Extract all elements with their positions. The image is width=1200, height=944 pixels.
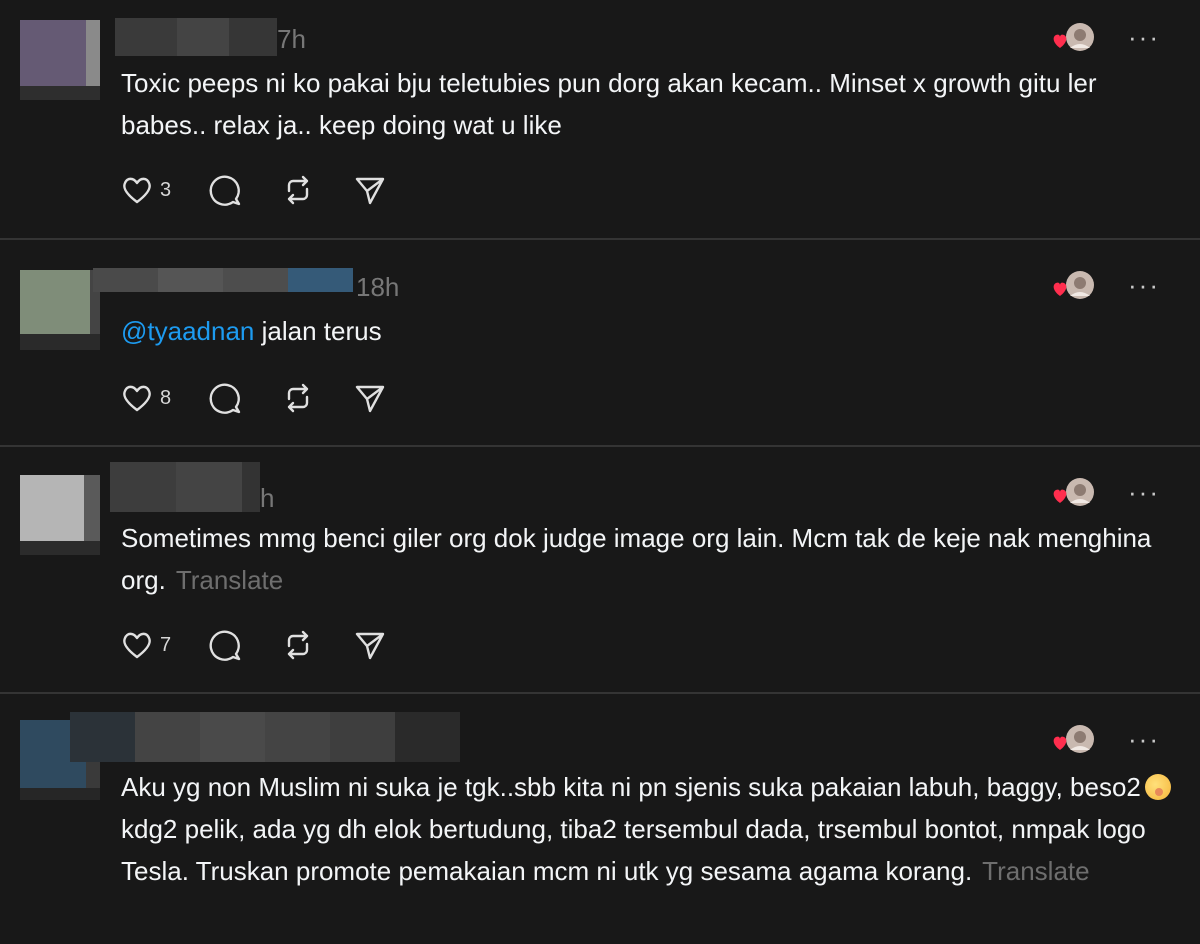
mention-link[interactable]: @tyaadnan: [121, 316, 254, 346]
comment-button[interactable]: [209, 173, 243, 207]
comment-post: 7h ··· Toxic peeps ni ko pakai bju telet…: [0, 0, 1200, 238]
comment-button[interactable]: [209, 381, 243, 415]
comment-icon: [209, 630, 241, 661]
comment-icon: [209, 383, 241, 414]
comment-post: h ··· Sometimes mmg benci giler org dok …: [0, 447, 1200, 692]
comment-post: 18h ··· @tyaadnan jalan terus 8: [0, 240, 1200, 445]
post-time: 7h: [277, 24, 306, 54]
liked-by-author-icon: [1050, 22, 1096, 54]
more-icon[interactable]: ···: [1128, 477, 1160, 508]
repost-button[interactable]: [281, 381, 315, 415]
repost-button[interactable]: [281, 173, 315, 207]
share-button[interactable]: [353, 381, 387, 415]
like-count: 3: [160, 178, 172, 201]
post-time: 18h: [356, 272, 400, 302]
post-text-body: Aku yg non Muslim ni suka je tgk..sbb ki…: [121, 772, 1141, 802]
heart-icon: [123, 385, 151, 412]
translate-link[interactable]: Translate: [176, 565, 283, 595]
liked-by-author-icon: [1050, 270, 1096, 302]
post-text: Toxic peeps ni ko pakai bju teletubies p…: [121, 68, 1097, 140]
liked-by-author-icon: [1050, 724, 1096, 756]
username-blurred[interactable]: [93, 268, 353, 292]
like-count: 7: [160, 633, 172, 656]
avatar[interactable]: [20, 475, 100, 555]
translate-link[interactable]: Translate: [982, 856, 1089, 886]
more-icon[interactable]: ···: [1128, 270, 1160, 301]
share-icon: [355, 632, 385, 660]
heart-icon: [123, 632, 151, 659]
avatar[interactable]: [20, 270, 100, 350]
like-button[interactable]: 3: [120, 175, 171, 205]
blushing-emoji-icon: [1144, 774, 1171, 800]
avatar[interactable]: [20, 20, 100, 100]
post-actions: 3: [120, 172, 425, 208]
more-icon[interactable]: ···: [1128, 22, 1160, 53]
share-icon: [355, 385, 385, 413]
post-time: h: [260, 483, 275, 513]
post-text: @tyaadnan jalan terus: [121, 310, 1181, 352]
username-blurred[interactable]: [110, 462, 260, 512]
comment-button[interactable]: [209, 628, 243, 662]
post-actions: 7: [120, 627, 425, 663]
comment-icon: [209, 175, 241, 206]
share-button[interactable]: [353, 173, 387, 207]
username-blurred[interactable]: [115, 18, 277, 56]
share-button[interactable]: [353, 628, 387, 662]
post-text-body: jalan terus: [254, 316, 382, 346]
repost-button[interactable]: [281, 628, 315, 662]
repost-icon: [287, 175, 309, 205]
like-count: 8: [160, 386, 172, 409]
username-blurred[interactable]: [70, 712, 460, 762]
post-actions: 8: [120, 380, 425, 416]
like-button[interactable]: 7: [120, 630, 171, 660]
share-icon: [355, 177, 385, 205]
comment-post: ··· Aku yg non Muslim ni suka je tgk..sb…: [0, 694, 1200, 944]
like-button[interactable]: 8: [120, 383, 171, 413]
repost-icon: [287, 383, 309, 413]
post-text: Aku yg non Muslim ni suka je tgk..sbb ki…: [121, 766, 1181, 892]
more-icon[interactable]: ···: [1128, 724, 1160, 755]
liked-by-author-icon: [1050, 477, 1096, 509]
post-text: Sometimes mmg benci giler org dok judge …: [121, 517, 1181, 601]
repost-icon: [287, 630, 309, 660]
heart-icon: [123, 177, 151, 204]
